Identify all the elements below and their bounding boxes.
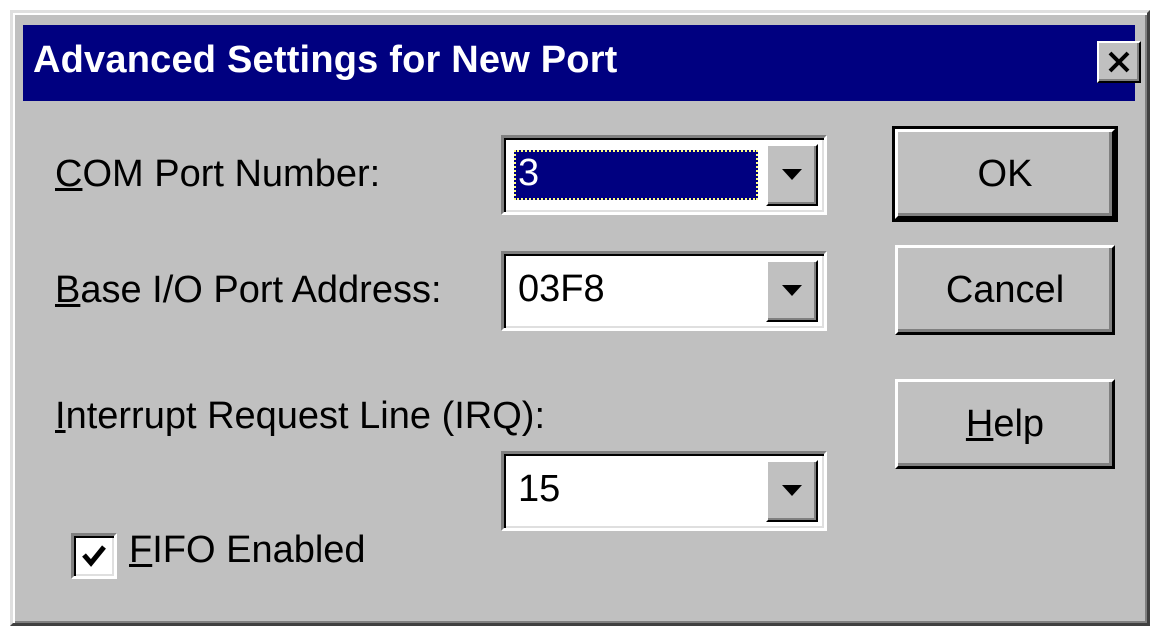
irq-label: Interrupt Request Line (IRQ): xyxy=(55,395,545,437)
cancel-button[interactable]: Cancel xyxy=(895,245,1115,335)
irq-value[interactable]: 15 xyxy=(514,466,758,516)
fifo-checkbox[interactable] xyxy=(71,533,117,579)
checkmark-icon xyxy=(82,545,106,567)
base-io-label: Base I/O Port Address: xyxy=(55,269,442,311)
base-io-value[interactable]: 03F8 xyxy=(514,266,758,316)
chevron-down-icon xyxy=(782,485,802,496)
com-port-select[interactable]: 3 xyxy=(501,135,827,215)
irq-select[interactable]: 15 xyxy=(501,451,827,531)
ok-button[interactable]: OK xyxy=(892,126,1118,222)
base-io-dropdown-button[interactable] xyxy=(766,260,818,322)
window-title: Advanced Settings for New Port xyxy=(33,39,618,81)
irq-dropdown-button[interactable] xyxy=(766,460,818,522)
com-port-dropdown-button[interactable] xyxy=(766,144,818,206)
com-port-value[interactable]: 3 xyxy=(514,150,758,200)
help-button[interactable]: Help xyxy=(895,379,1115,469)
fifo-label[interactable]: FIFO Enabled xyxy=(129,529,366,572)
com-port-label: COM Port Number: xyxy=(55,153,381,195)
chevron-down-icon xyxy=(782,285,802,296)
base-io-select[interactable]: 03F8 xyxy=(501,251,827,331)
close-button[interactable] xyxy=(1097,41,1141,83)
title-bar[interactable]: Advanced Settings for New Port xyxy=(23,25,1141,101)
close-icon xyxy=(1108,51,1130,73)
chevron-down-icon xyxy=(782,169,802,180)
dialog-window: Advanced Settings for New Port COM Port … xyxy=(10,10,1150,626)
